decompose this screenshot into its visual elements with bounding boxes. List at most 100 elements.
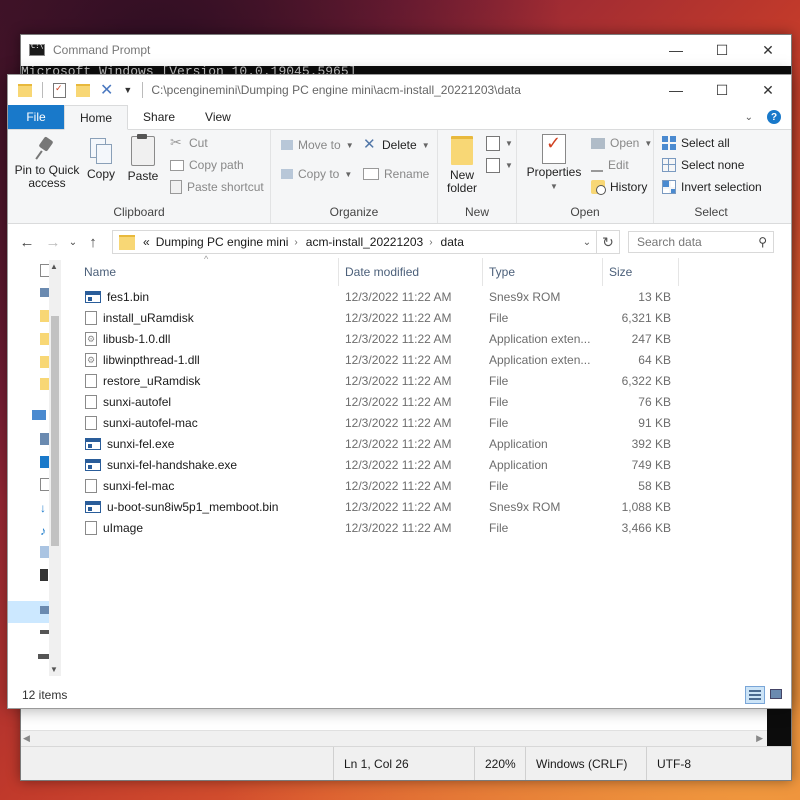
chevron-right-icon[interactable]: › xyxy=(294,237,297,248)
delete-button[interactable]: Delete ▼ xyxy=(363,135,430,153)
file-name-cell[interactable]: libwinpthread-1.dll xyxy=(78,352,339,367)
breadcrumb-item[interactable]: acm-install_20221203 xyxy=(306,235,423,249)
chevron-down-icon[interactable]: ⌄ xyxy=(578,237,596,248)
select-all-label: Select all xyxy=(681,136,730,150)
copy-path-button[interactable]: Copy path xyxy=(170,158,244,172)
file-name-cell[interactable]: fes1.bin xyxy=(78,290,339,304)
select-none-button[interactable]: Select none xyxy=(662,158,744,172)
delete-quick-icon[interactable]: ✕ xyxy=(100,80,113,100)
open-button[interactable]: Open ▼ xyxy=(591,136,652,150)
scroll-thumb[interactable] xyxy=(51,316,59,546)
pin-to-quick-access-button[interactable]: Pin to Quick access xyxy=(12,130,82,190)
table-row[interactable]: u-boot-sun8iw5p1_memboot.bin 12/3/2022 11… xyxy=(78,496,777,517)
file-name-cell[interactable]: sunxi-fel-handshake.exe xyxy=(78,458,339,472)
move-to-button[interactable]: Move to ▼ xyxy=(281,138,354,152)
table-row[interactable]: libwinpthread-1.dll 12/3/2022 11:22 AM App… xyxy=(78,349,777,370)
tab-view[interactable]: View xyxy=(190,105,246,129)
scroll-left-icon[interactable]: ◀ xyxy=(23,733,30,744)
address-overflow[interactable]: « xyxy=(143,235,150,249)
table-row[interactable]: sunxi-autofel-mac 12/3/2022 11:22 AM File 9… xyxy=(78,412,777,433)
recent-locations-icon[interactable]: ⌄ xyxy=(66,237,80,248)
new-item-button[interactable]: ▼ xyxy=(486,136,513,151)
details-view-icon[interactable] xyxy=(745,686,765,704)
column-name[interactable]: Name xyxy=(78,258,339,286)
invert-selection-button[interactable]: Invert selection xyxy=(662,180,762,194)
new-folder-quick-icon[interactable] xyxy=(76,83,90,97)
paste-shortcut-button[interactable]: Paste shortcut xyxy=(170,180,264,194)
expand-ribbon-icon[interactable]: ⌄ xyxy=(745,112,753,123)
scroll-right-icon[interactable]: ▶ xyxy=(756,733,763,744)
sort-ascending-icon: ^ xyxy=(204,254,209,264)
table-row[interactable]: install_uRamdisk 12/3/2022 11:22 AM File 6,… xyxy=(78,307,777,328)
tab-share[interactable]: Share xyxy=(128,105,190,129)
table-row[interactable]: restore_uRamdisk 12/3/2022 11:22 AM File 6,… xyxy=(78,370,777,391)
table-row[interactable]: sunxi-fel.exe 12/3/2022 11:22 AM Applicati… xyxy=(78,433,777,454)
copy-to-button[interactable]: Copy to ▼ xyxy=(281,167,352,181)
folder-icon xyxy=(119,234,135,250)
copy-button[interactable]: Copy xyxy=(84,130,118,181)
up-arrow-icon[interactable]: ↑ xyxy=(80,234,106,251)
horizontal-scrollbar[interactable]: ◀ ▶ xyxy=(21,730,767,747)
back-arrow-icon[interactable]: ← xyxy=(14,234,40,251)
help-icon[interactable]: ? xyxy=(767,110,781,124)
select-all-button[interactable]: Select all xyxy=(662,136,730,150)
minimize-button[interactable]: — xyxy=(653,82,699,99)
videos-icon[interactable] xyxy=(40,569,48,581)
this-pc-icon[interactable] xyxy=(32,410,46,420)
cmd-maximize-button[interactable]: ☐ xyxy=(699,42,745,59)
large-icons-view-icon[interactable] xyxy=(767,686,787,704)
table-row[interactable]: fes1.bin 12/3/2022 11:22 AM Snes9x ROM 13 K… xyxy=(78,286,777,307)
table-row[interactable]: sunxi-autofel 12/3/2022 11:22 AM File 76 KB xyxy=(78,391,777,412)
cmd-close-button[interactable]: ✕ xyxy=(745,42,791,59)
nav-scrollbar[interactable]: ▲ ▼ xyxy=(49,260,61,676)
table-row[interactable]: libusb-1.0.dll 12/3/2022 11:22 AM Applicat… xyxy=(78,328,777,349)
scroll-down-icon[interactable]: ▼ xyxy=(50,665,58,674)
search-icon[interactable]: ⚲ xyxy=(758,235,767,249)
file-name-cell[interactable]: sunxi-autofel xyxy=(78,394,339,409)
cmd-minimize-button[interactable]: — xyxy=(653,42,699,59)
customize-quick-access-icon[interactable]: ▼ xyxy=(123,85,132,95)
breadcrumb-item[interactable]: Dumping PC engine mini xyxy=(156,235,289,249)
forward-arrow-icon[interactable]: → xyxy=(40,234,66,251)
properties-button[interactable]: Properties ▼ xyxy=(525,130,583,193)
table-row[interactable]: sunxi-fel-handshake.exe 12/3/2022 11:22 A… xyxy=(78,454,777,475)
explorer-titlebar[interactable]: ✕ ▼ C:\pcenginemini\Dumping PC engine mi… xyxy=(8,75,791,105)
breadcrumb-item[interactable]: data xyxy=(441,235,464,249)
column-date-modified[interactable]: Date modified xyxy=(339,258,483,286)
file-name-cell[interactable]: uImage xyxy=(78,520,339,535)
file-name-cell[interactable]: libusb-1.0.dll xyxy=(78,331,339,346)
file-explorer-window[interactable]: ✕ ▼ C:\pcenginemini\Dumping PC engine mi… xyxy=(7,74,792,709)
scroll-up-icon[interactable]: ▲ xyxy=(50,262,58,271)
search-input[interactable]: Search data ⚲ xyxy=(628,231,774,253)
easy-access-button[interactable]: ▼ xyxy=(486,158,513,173)
file-name-cell[interactable]: u-boot-sun8iw5p1_memboot.bin xyxy=(78,500,339,514)
history-button[interactable]: History xyxy=(591,180,647,195)
tab-home[interactable]: Home xyxy=(64,105,129,130)
table-row[interactable]: sunxi-fel-mac 12/3/2022 11:22 AM File 58 KB xyxy=(78,475,777,496)
refresh-icon[interactable]: ↻ xyxy=(597,230,620,254)
new-folder-button[interactable]: New folder xyxy=(442,130,482,195)
file-name-cell[interactable]: install_uRamdisk xyxy=(78,310,339,325)
chevron-right-icon[interactable]: › xyxy=(429,237,432,248)
address-bar[interactable]: « Dumping PC engine mini › acm-install_2… xyxy=(112,230,597,254)
paste-button[interactable]: Paste xyxy=(124,130,162,183)
new-folder-label: New folder xyxy=(446,168,478,195)
table-row[interactable]: uImage 12/3/2022 11:22 AM File 3,466 KB xyxy=(78,517,777,538)
maximize-button[interactable]: ☐ xyxy=(699,82,745,99)
file-name: libwinpthread-1.dll xyxy=(103,352,200,367)
rename-button[interactable]: Rename xyxy=(363,167,429,181)
invert-selection-label: Invert selection xyxy=(681,180,762,194)
navigation-pane[interactable]: ↓ ♪ ▲ ▼ xyxy=(8,258,70,678)
column-type[interactable]: Type xyxy=(483,258,603,286)
file-name-cell[interactable]: sunxi-autofel-mac xyxy=(78,415,339,430)
file-name-cell[interactable]: restore_uRamdisk xyxy=(78,373,339,388)
column-size[interactable]: Size xyxy=(603,258,679,286)
close-button[interactable]: ✕ xyxy=(745,82,791,99)
cut-button[interactable]: Cut xyxy=(170,134,208,151)
edit-button[interactable]: Edit xyxy=(591,158,629,172)
tab-file[interactable]: File xyxy=(8,105,64,129)
cmd-titlebar[interactable]: Command Prompt — ☐ ✕ xyxy=(21,35,791,65)
file-name-cell[interactable]: sunxi-fel.exe xyxy=(78,437,339,451)
file-name-cell[interactable]: sunxi-fel-mac xyxy=(78,478,339,493)
properties-quick-icon[interactable] xyxy=(53,82,66,98)
